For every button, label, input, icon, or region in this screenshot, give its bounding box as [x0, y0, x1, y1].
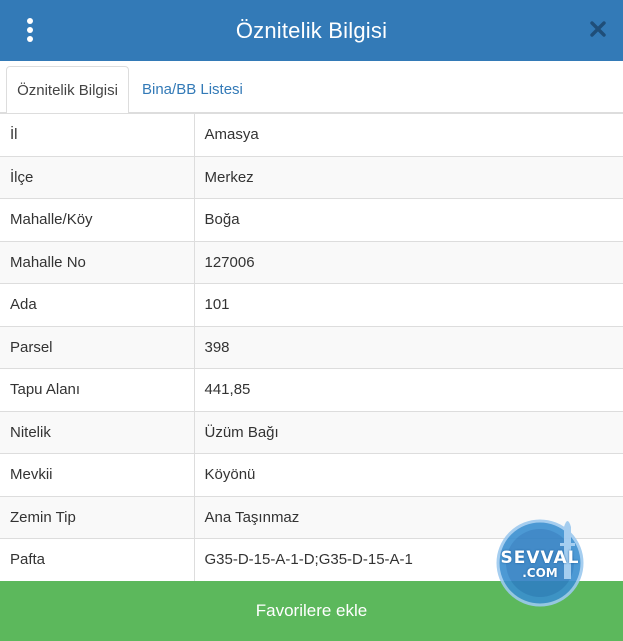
attribute-info-dialog: Öznitelik Bilgisi Öznitelik Bilgisi Bina… — [0, 0, 623, 641]
attribute-key: İl — [0, 113, 195, 157]
add-to-favorites-button[interactable]: Favorilere ekle — [0, 581, 623, 641]
tab-building-list[interactable]: Bina/BB Listesi — [130, 66, 255, 114]
table-row: Mahalle/Köy Boğa — [0, 198, 623, 242]
table-row: İl Amasya — [0, 113, 623, 157]
attribute-value: Köyönü — [193, 453, 623, 497]
tab-attribute-info[interactable]: Öznitelik Bilgisi — [6, 66, 129, 114]
attribute-table: İl Amasya İlçe Merkez Mahalle/Köy Boğa Mahalle… — [0, 113, 623, 582]
attribute-key: Tapu Alanı — [0, 368, 195, 412]
tab-bar: Öznitelik Bilgisi Bina/BB Listesi — [0, 61, 623, 114]
table-row: Pafta G35-D-15-A-1-D;G35-D-15-A-1 — [0, 538, 623, 582]
attribute-key: İlçe — [0, 155, 195, 199]
attribute-key: Pafta — [0, 538, 195, 582]
attribute-key: Parsel — [0, 325, 195, 369]
attribute-key: Zemin Tip — [0, 495, 195, 539]
attribute-key: Mahalle No — [0, 240, 195, 284]
attribute-value: 441,85 — [193, 368, 623, 412]
table-row: Nitelik Üzüm Bağı — [0, 410, 623, 454]
dialog-title: Öznitelik Bilgisi — [235, 17, 388, 43]
attribute-value: Boğa — [193, 198, 623, 242]
close-icon[interactable] — [587, 15, 609, 43]
attribute-key: Mahalle/Köy — [0, 198, 195, 242]
vertical-ellipsis-icon[interactable] — [18, 16, 42, 44]
attribute-value: Merkez — [193, 155, 623, 199]
attribute-key: Ada — [0, 283, 195, 327]
table-row: Mevkii Köyönü — [0, 453, 623, 497]
table-row: Parsel 398 — [0, 325, 623, 369]
table-row: Zemin Tip Ana Taşınmaz — [0, 495, 623, 539]
table-row: Tapu Alanı 441,85 — [0, 368, 623, 412]
table-row: Mahalle No 127006 — [0, 240, 623, 284]
attribute-value: 398 — [193, 325, 623, 369]
attribute-value: G35-D-15-A-1-D;G35-D-15-A-1 — [193, 538, 623, 582]
table-row: Ada 101 — [0, 283, 623, 327]
attribute-value: Ana Taşınmaz — [193, 495, 623, 539]
attribute-value: Üzüm Bağı — [193, 410, 623, 454]
table-row: İlçe Merkez — [0, 155, 623, 199]
attribute-value: 101 — [193, 283, 623, 327]
attribute-key: Nitelik — [0, 410, 195, 454]
attribute-value: 127006 — [193, 240, 623, 284]
dialog-header: Öznitelik Bilgisi — [0, 0, 623, 61]
attribute-key: Mevkii — [0, 453, 195, 497]
attribute-value: Amasya — [193, 113, 623, 157]
